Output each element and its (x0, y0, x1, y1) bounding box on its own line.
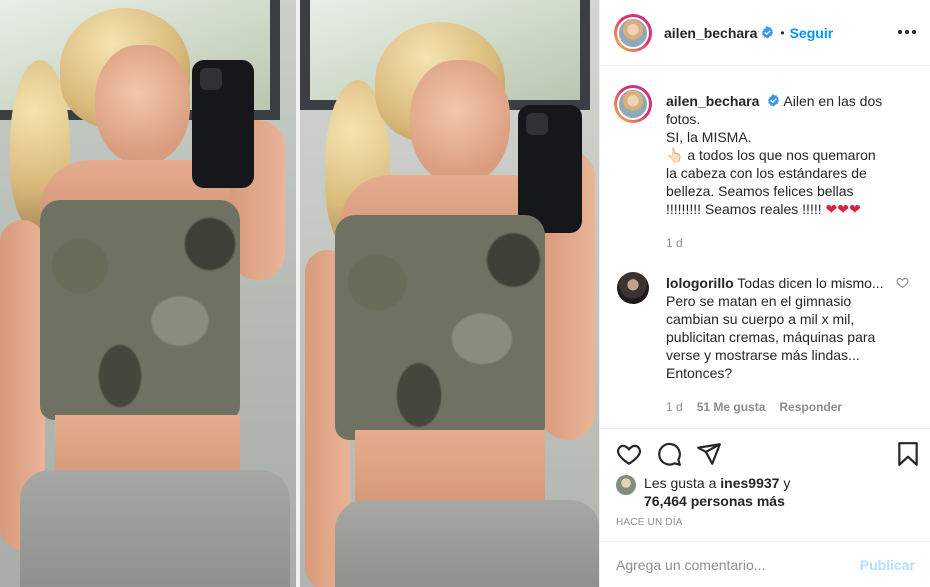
phone (192, 60, 254, 188)
comment-icon[interactable] (656, 441, 682, 467)
photo-left (0, 0, 299, 587)
likes-prefix: Les gusta a (644, 475, 717, 491)
caption-meta: 1 d (666, 234, 888, 252)
comment-age[interactable]: 1 d (666, 398, 683, 416)
caption-text: ailen_bechara Ailen en las dos fotos. SI… (666, 92, 888, 218)
sweatpants (20, 470, 290, 587)
comment-like-heart-icon[interactable] (896, 276, 909, 289)
heart-icon[interactable] (616, 441, 642, 467)
separator-dot: • (780, 25, 785, 40)
caption-age[interactable]: 1 d (666, 234, 683, 252)
phone (518, 105, 582, 233)
likes-summary: Les gusta a ines9937 y 76,464 personas m… (616, 474, 790, 510)
caption-username[interactable]: ailen_bechara (666, 93, 759, 109)
follow-button[interactable]: Seguir (790, 25, 834, 41)
photo-right (300, 0, 599, 587)
post-header: ailen_bechara • Seguir (600, 0, 930, 66)
likes-joiner: y (783, 475, 791, 491)
caption: ailen_bechara Ailen en las dos fotos. SI… (614, 85, 917, 252)
verified-badge-icon (762, 26, 774, 39)
comment-composer: Publicar (600, 541, 930, 587)
likes-count[interactable]: 76,464 personas más (644, 493, 785, 509)
caption-author-avatar[interactable] (614, 85, 652, 123)
heart-emojis: ❤❤❤ (825, 201, 861, 217)
reply-button[interactable]: Responder (779, 398, 842, 416)
verified-badge-icon (768, 94, 780, 107)
commenter-avatar[interactable] (617, 272, 649, 304)
liker-avatar[interactable] (616, 475, 636, 495)
action-bar (600, 428, 930, 478)
sports-bra (335, 215, 545, 440)
publish-button[interactable]: Publicar (860, 557, 915, 573)
comment-input[interactable] (616, 556, 860, 573)
comments-section[interactable]: ailen_bechara Ailen en las dos fotos. SI… (600, 67, 930, 428)
more-options-icon[interactable] (895, 22, 919, 42)
comment-meta: 1 d 51 Me gusta Responder (666, 398, 888, 416)
sweatpants (335, 500, 599, 587)
comment-item: lologorillo Todas dicen lo mismo... Pero… (614, 272, 917, 416)
sports-bra (40, 200, 240, 420)
caption-line-2: SI, la MISMA. (666, 129, 752, 145)
author-avatar[interactable] (614, 13, 652, 52)
liker-username[interactable]: ines9937 (720, 475, 779, 491)
paper-plane-icon[interactable] (696, 441, 722, 467)
author-username[interactable]: ailen_bechara (664, 25, 757, 41)
post-timestamp[interactable]: Hace un día (616, 517, 683, 528)
comment-likes[interactable]: 51 Me gusta (697, 398, 766, 416)
face (410, 60, 510, 185)
bookmark-icon[interactable] (895, 441, 921, 467)
comment-text: lologorillo Todas dicen lo mismo... Pero… (666, 274, 888, 382)
post-media[interactable] (0, 0, 599, 587)
face (95, 45, 190, 165)
post-side-panel: ailen_bechara • Seguir ailen_bechara Ail… (599, 0, 930, 587)
commenter-username[interactable]: lologorillo (666, 275, 734, 291)
